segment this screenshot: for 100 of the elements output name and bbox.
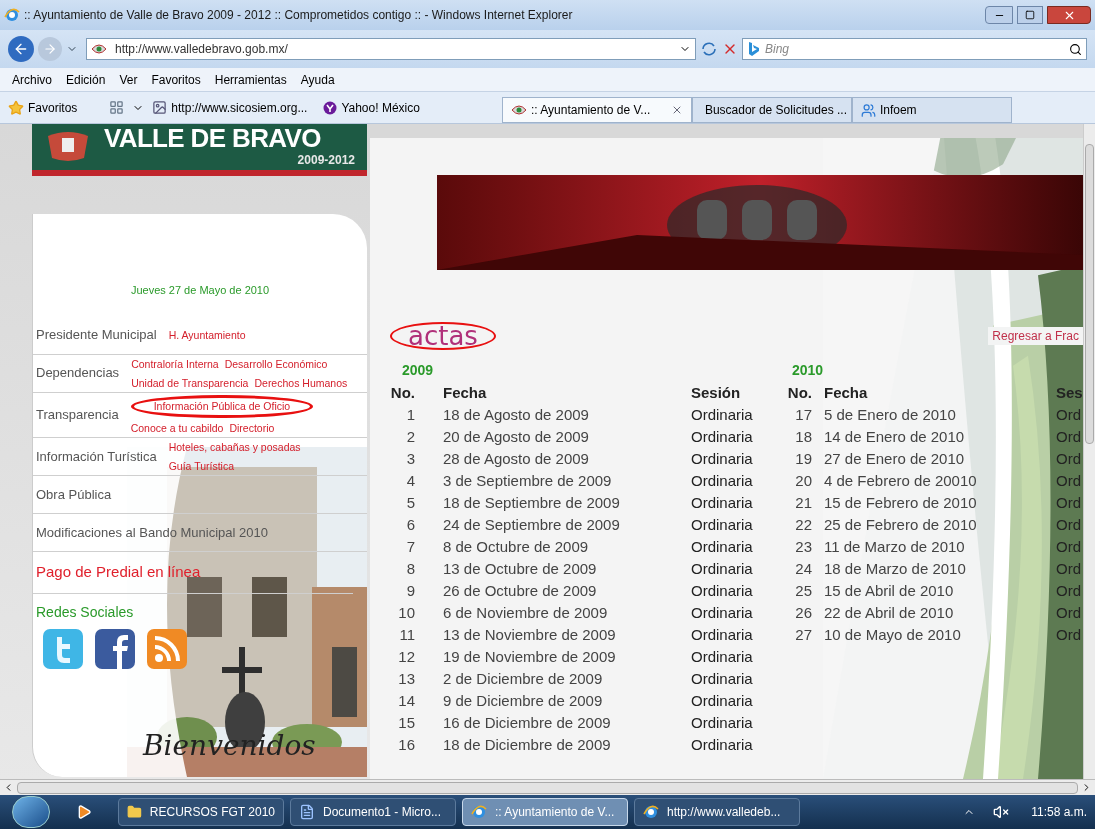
browser-tab[interactable]: Buscador de Solicitudes ...	[691, 97, 852, 123]
sidebar-link[interactable]: Guía Turística	[168, 459, 234, 475]
favorites-button[interactable]: Favoritos	[4, 95, 82, 120]
sidebar-link[interactable]: Información Pública de Oficio	[130, 394, 314, 419]
people-icon	[860, 102, 876, 118]
sidebar-item[interactable]: Obra Pública	[36, 484, 112, 505]
sidebar-item[interactable]: Presidente Municipal	[36, 325, 157, 345]
table-cell-text: Ordinaria	[691, 449, 754, 469]
close-button[interactable]	[1047, 6, 1091, 24]
predial-link[interactable]: Pago de Predial en línea	[33, 552, 353, 594]
address-field[interactable]: http://www.valledebravo.gob.mx/	[86, 38, 696, 60]
facebook-icon[interactable]	[95, 628, 135, 669]
table-cell-text: 10	[397, 603, 415, 623]
back-button[interactable]	[8, 36, 34, 62]
star-icon	[8, 99, 24, 116]
column-header: No.	[389, 383, 415, 403]
table-cell-text: 26	[794, 603, 812, 623]
sidebar-link[interactable]: Unidad de Transparencia	[131, 375, 249, 392]
muted-speaker-icon[interactable]	[993, 804, 1010, 820]
table-cell-text: Ordinaria	[691, 603, 754, 623]
table-cell-text: Ordinaria	[691, 713, 754, 733]
minimize-button[interactable]	[985, 6, 1013, 24]
menu-item[interactable]: Herramientas	[214, 70, 287, 89]
sidebar-link[interactable]: Desarrollo Económico	[224, 356, 328, 373]
folder-icon	[127, 804, 142, 820]
maximize-icon	[1025, 10, 1035, 20]
media-player-icon[interactable]	[76, 804, 92, 820]
table-cell-text: 20 de Agosto de 2009	[443, 427, 590, 447]
grid-icon[interactable]	[109, 100, 125, 115]
sidebar-link[interactable]: Derechos Humanos	[254, 375, 348, 392]
search-icon[interactable]	[1069, 42, 1082, 56]
table-cell-text: 18 de Diciembre de 2009	[443, 735, 612, 755]
clock: 11:58 a.m.	[1031, 804, 1087, 821]
taskbar-button[interactable]: http://www.valledeb...	[634, 798, 800, 826]
table-cell-text: 8	[405, 559, 415, 579]
favorite-link[interactable]: http://www.sicosiem.org...	[152, 98, 316, 117]
table-cell-text: 5	[405, 493, 415, 513]
vertical-scrollbar[interactable]	[1083, 124, 1095, 779]
table-cell-text: 9	[405, 581, 415, 601]
table-cell-text: 14	[397, 691, 415, 711]
menu-item[interactable]: Favoritos	[151, 70, 201, 89]
table-cell-text: 18	[794, 427, 812, 447]
table-cell-text: Ordinaria	[691, 493, 754, 513]
rss-icon[interactable]	[147, 628, 187, 669]
sidebar-item[interactable]: Modificaciones al Bando Municipal 2010	[36, 522, 268, 543]
menu-item[interactable]: Edición	[66, 70, 106, 89]
table-cell-text: 24	[794, 559, 812, 579]
logo-title: VALLE DE BRAVO	[104, 125, 322, 151]
browser-icon	[4, 7, 20, 23]
actas-logo: actas	[390, 322, 496, 350]
table-cell-text: 2 de Diciembre de 2009	[443, 669, 604, 689]
sidebar-link[interactable]: Conoce a tu cabildo	[130, 421, 224, 437]
sidebar-item[interactable]: Transparencia	[36, 405, 119, 425]
logo-years: 2009-2012	[297, 152, 355, 169]
search-field[interactable]: Bing	[742, 38, 1087, 60]
table-cell-text: 17	[794, 405, 812, 425]
table-cell-text: 15	[397, 713, 415, 733]
taskbar-button[interactable]: Documento1 - Micro...	[290, 798, 456, 826]
year-heading: 2009	[401, 361, 435, 380]
year-heading: 2010	[791, 361, 825, 380]
table-cell-text: 28 de Agosto de 2009	[443, 449, 590, 469]
window-title: :: Ayuntamiento de Valle de Bravo 2009 - 2012 :: Comprometidos contigo :: - Windows Internet Explorer	[24, 7, 574, 24]
image-icon	[152, 100, 168, 115]
table-cell-text: 24 de Septiembre de 2009	[443, 515, 621, 535]
maximize-button[interactable]	[1017, 6, 1043, 24]
start-button[interactable]	[12, 796, 50, 828]
table-cell-text: 16	[397, 735, 415, 755]
sidebar-link[interactable]: H. Ayuntamiento	[168, 328, 246, 344]
sidebar-item[interactable]: Información Turística	[36, 446, 157, 467]
table-cell-text: Ordinaria	[691, 559, 754, 579]
sidebar-link[interactable]: Hoteles, cabañas y posadas	[168, 440, 301, 456]
table-cell-text: Ordinaria	[691, 625, 754, 645]
sidebar-link[interactable]: Directorio	[229, 421, 275, 437]
taskbar-button[interactable]: RECURSOS FGT 2010	[118, 798, 284, 826]
sidebar-link[interactable]: Contraloría Interna	[131, 356, 219, 373]
favorite-link[interactable]: Yahoo! México	[323, 98, 428, 117]
table-cell-text: 13 de Octubre de 2009	[443, 559, 598, 579]
menu-item[interactable]: Archivo	[12, 70, 52, 89]
eye-icon	[510, 104, 527, 116]
social-heading: Redes Sociales	[35, 602, 135, 622]
browser-tab[interactable]: :: Ayuntamiento de V...	[501, 97, 692, 123]
sidebar-item[interactable]: Dependencias	[36, 363, 120, 383]
menu-item[interactable]: Ayuda	[300, 70, 335, 89]
table-cell-text: 22	[794, 515, 812, 535]
browser-icon	[643, 804, 659, 820]
browser-icon	[471, 804, 487, 820]
forward-arrow-icon	[43, 42, 57, 56]
table-cell-text: 6 de Noviembre de 2009	[443, 603, 609, 623]
browser-tab[interactable]: Infoem	[851, 97, 1012, 123]
menu-item[interactable]: Ver	[119, 70, 138, 89]
table-cell-text: 21	[794, 493, 812, 513]
twitter-icon[interactable]	[43, 628, 83, 669]
search-input[interactable]: Bing	[765, 40, 1065, 58]
table-cell-text: 25	[794, 581, 812, 601]
table-cell-text: Ordinaria	[691, 405, 754, 425]
refresh-icon[interactable]	[700, 40, 718, 58]
table-cell-text: Ordinaria	[691, 647, 754, 667]
bing-icon	[747, 41, 761, 57]
horizontal-scrollbar[interactable]	[0, 779, 1095, 795]
table-cell-text: 19 de Noviembre de 2009	[443, 647, 617, 667]
